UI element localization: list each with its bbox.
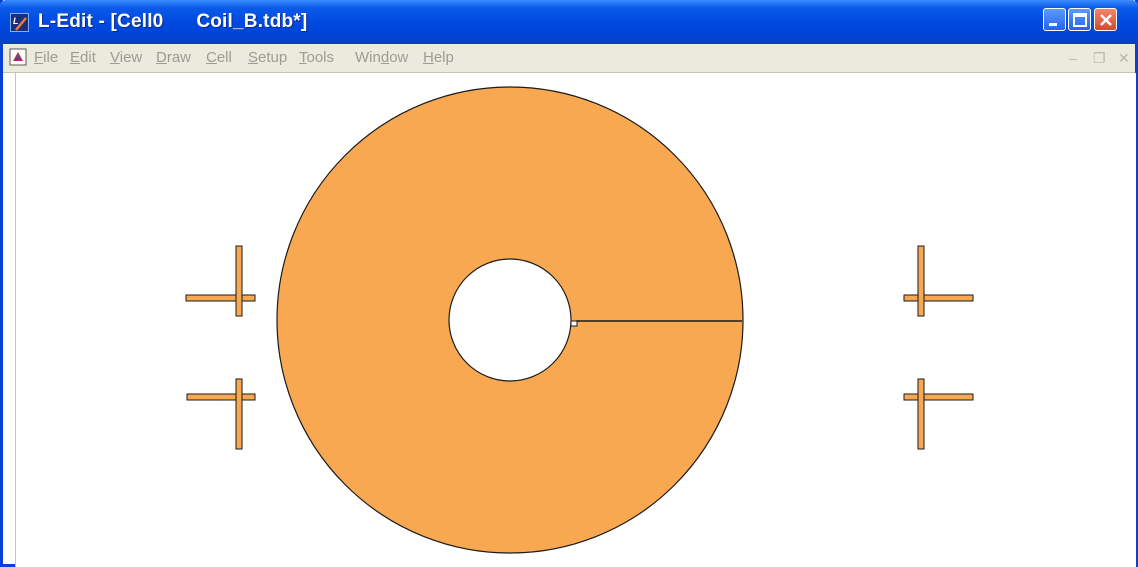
- mdi-minimize-icon[interactable]: ‒: [1069, 50, 1077, 66]
- close-button[interactable]: [1094, 8, 1117, 31]
- menu-edit[interactable]: Edit: [70, 49, 96, 67]
- l-edit-logo-icon[interactable]: L: [10, 13, 29, 32]
- alignment-mark-right-top[interactable]: [903, 245, 974, 317]
- menu-cell[interactable]: Cell: [206, 49, 232, 67]
- minimize-icon: [1049, 23, 1057, 26]
- alignment-mark-right-bottom[interactable]: [903, 378, 974, 450]
- window-title: L-Edit - [Cell0 Coil_B.tdb*]: [38, 11, 308, 32]
- menu-bar: File Edit View Draw Cell Setup Tools Win…: [3, 44, 1135, 73]
- mdi-restore-icon[interactable]: ❐: [1093, 50, 1106, 67]
- coil-ring[interactable]: [276, 86, 744, 554]
- alignment-mark-left-bottom[interactable]: [186, 378, 256, 450]
- maximize-icon: [1073, 13, 1087, 27]
- document-icon[interactable]: [9, 48, 27, 66]
- menu-draw[interactable]: Draw: [156, 49, 191, 67]
- menu-view[interactable]: View: [110, 49, 142, 67]
- menu-file[interactable]: File: [34, 49, 58, 67]
- close-icon: [1100, 14, 1112, 26]
- layout-canvas[interactable]: [15, 73, 1136, 567]
- menu-tools[interactable]: Tools: [299, 49, 334, 67]
- menu-window[interactable]: Window: [355, 49, 408, 67]
- alignment-mark-left-top[interactable]: [185, 245, 256, 317]
- maximize-button[interactable]: [1068, 8, 1091, 31]
- mdi-close-icon[interactable]: ✕: [1118, 50, 1130, 67]
- svg-text:L: L: [13, 16, 19, 26]
- menu-help[interactable]: Help: [423, 49, 454, 67]
- application-window: L L-Edit - [Cell0 Coil_B.tdb*] File Edit…: [0, 0, 1138, 567]
- coil-contact-square[interactable]: [570, 320, 578, 327]
- menu-setup[interactable]: Setup: [248, 49, 287, 67]
- title-bar[interactable]: L L-Edit - [Cell0 Coil_B.tdb*]: [0, 0, 1138, 44]
- layout-drawing: [185, 86, 974, 554]
- minimize-button[interactable]: [1043, 8, 1066, 31]
